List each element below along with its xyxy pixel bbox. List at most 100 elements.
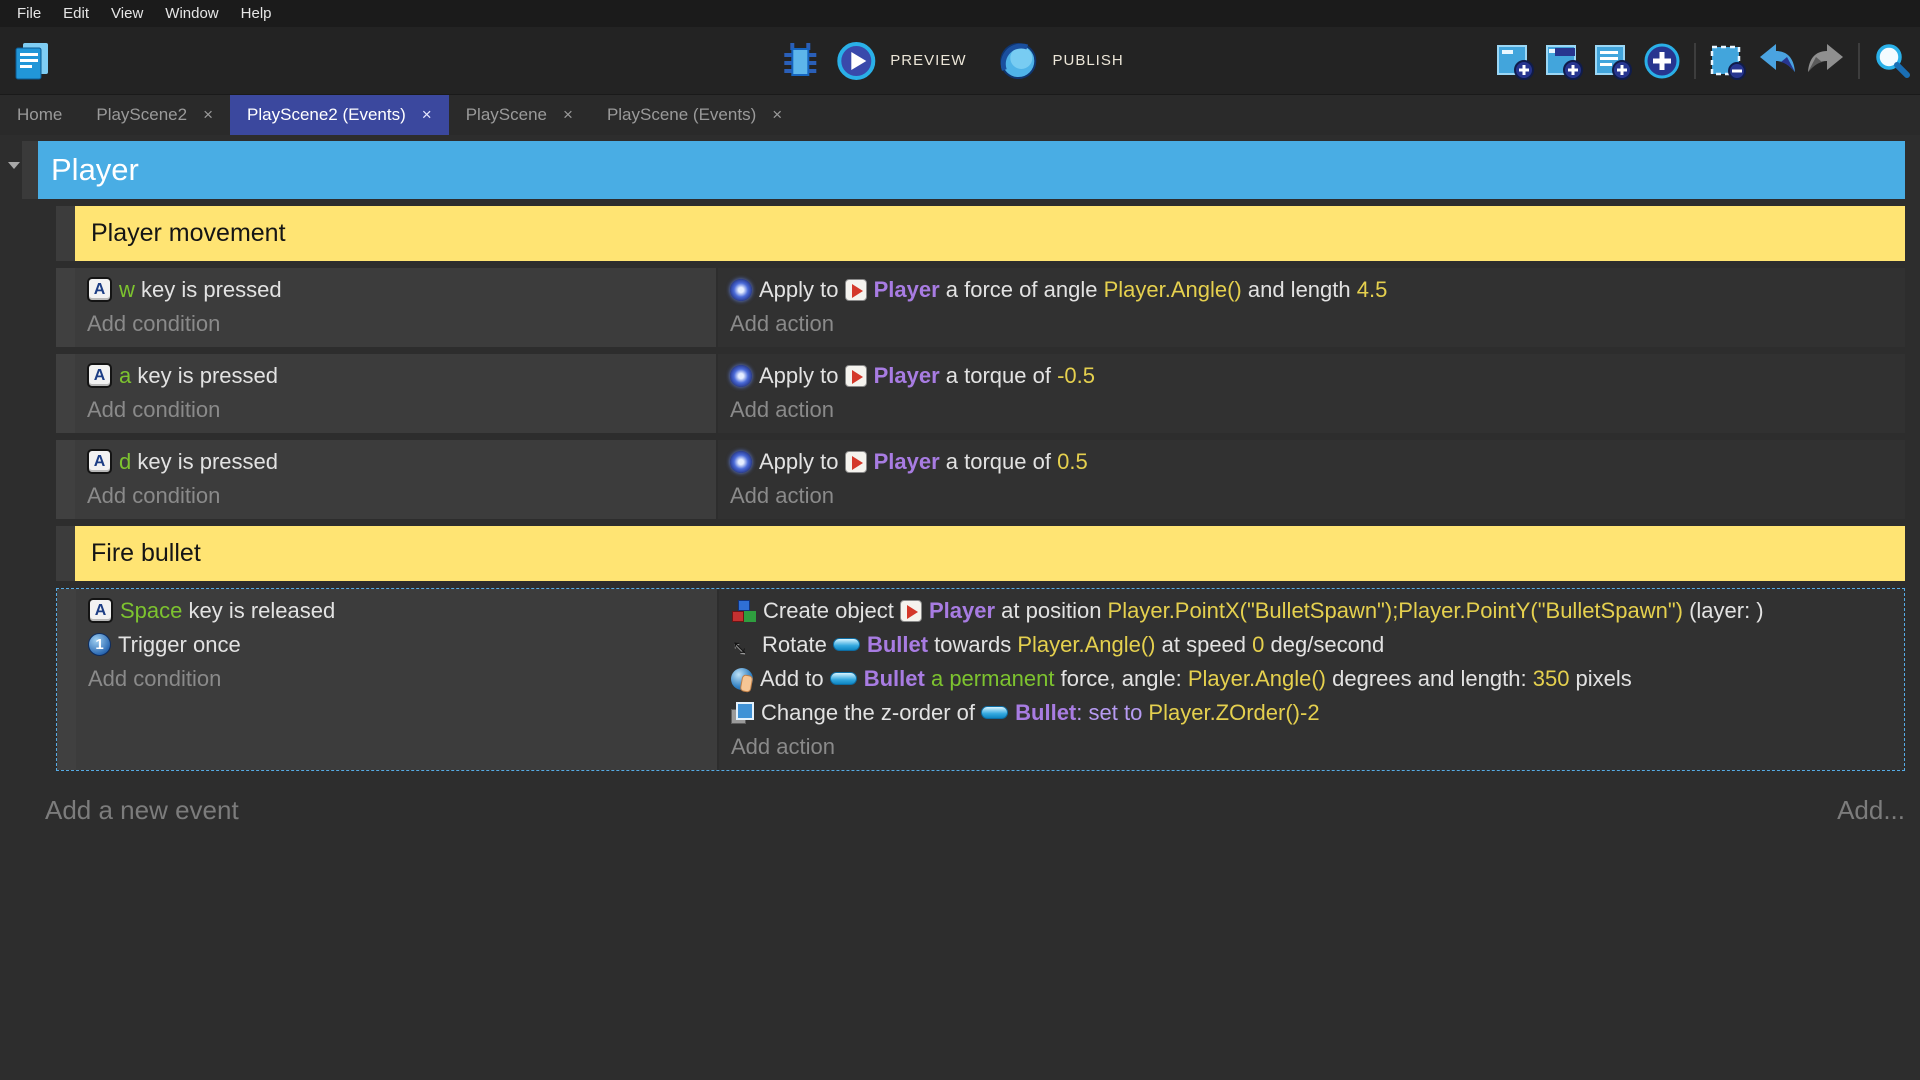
instruction-text: Player — [928, 598, 996, 623]
add-condition-button[interactable]: Add condition — [87, 307, 704, 341]
tab-playscene2[interactable]: PlayScene2 × — [79, 95, 231, 135]
instruction-text: a torque of — [939, 449, 1058, 474]
instruction-text: Add to — [760, 666, 830, 691]
action-line[interactable]: Add to Bullet a permanent force, angle: … — [731, 662, 1892, 696]
add-more-button[interactable]: Add... — [1837, 795, 1905, 826]
tab-bar: Home PlayScene2 × PlayScene2 (Events) × PlayS… — [0, 95, 1920, 135]
remove-selection-icon[interactable] — [1706, 39, 1750, 83]
project-manager-icon[interactable] — [10, 40, 52, 82]
event-handle — [56, 526, 75, 581]
instruction-text: pixels — [1569, 666, 1632, 691]
tab-close-icon[interactable]: × — [563, 105, 573, 125]
instruction-text: Player — [873, 277, 940, 302]
tab-home[interactable]: Home — [0, 95, 80, 135]
collapse-group-icon[interactable] — [8, 162, 20, 169]
menu-item-window[interactable]: Window — [154, 0, 229, 27]
conditions-column: Ad key is pressed Add condition — [75, 440, 718, 519]
instruction-text: Apply to — [759, 277, 845, 302]
action-line[interactable]: Rotate Bullet towards Player.Angle() at … — [731, 628, 1892, 662]
event-row: Aa key is pressed Add condition Apply to P… — [56, 354, 1905, 433]
physics-force-icon — [730, 450, 752, 473]
tab-close-icon[interactable]: × — [422, 105, 432, 125]
tab-playscene[interactable]: PlayScene × — [448, 95, 590, 135]
undo-icon[interactable] — [1755, 39, 1799, 83]
instruction-text: Player.ZOrder()-2 — [1148, 700, 1320, 725]
action-line[interactable]: Apply to Player a force of angle Player.… — [730, 273, 1893, 307]
add-action-button[interactable]: Add action — [731, 730, 1892, 764]
add-action-button[interactable]: Add action — [730, 479, 1893, 513]
actions-column: Apply to Player a force of angle Player.… — [718, 268, 1905, 347]
instruction-text: Bullet — [863, 666, 925, 691]
instruction-text: : set to — [1076, 700, 1149, 725]
tab-close-icon[interactable]: × — [203, 105, 213, 125]
menu-item-edit[interactable]: Edit — [52, 0, 100, 27]
instruction-text: key is released — [182, 598, 336, 623]
condition-line[interactable]: 1 Trigger once — [88, 628, 705, 662]
condition-line[interactable]: Ad key is pressed — [87, 445, 704, 479]
menu-item-help[interactable]: Help — [230, 0, 283, 27]
action-line[interactable]: Create object Player at position Player.… — [731, 594, 1892, 628]
instruction-text: 4.5 — [1356, 277, 1388, 302]
add-condition-button[interactable]: Add condition — [88, 662, 705, 696]
actions-column: Apply to Player a torque of 0.5 Add actio… — [718, 440, 1905, 519]
add-action-button[interactable]: Add action — [730, 307, 1893, 341]
group-header[interactable]: Player — [38, 141, 1905, 199]
action-line[interactable]: Change the z-order of Bullet: set to Pla… — [731, 696, 1892, 730]
preview-button[interactable]: PREVIEW — [890, 52, 966, 69]
tab-close-icon[interactable]: × — [772, 105, 782, 125]
instruction-text: force, angle: — [1054, 666, 1188, 691]
menu-item-file[interactable]: File — [6, 0, 52, 27]
preview-play-icon[interactable] — [834, 39, 878, 83]
instruction-text: a force of angle — [939, 277, 1104, 302]
add-condition-button[interactable]: Add condition — [87, 393, 704, 427]
add-circle-plus-icon[interactable] — [1640, 39, 1684, 83]
bullet-object-icon — [829, 672, 857, 686]
event-group-row: Player — [22, 141, 1905, 199]
publish-globe-icon[interactable] — [996, 39, 1040, 83]
event-row: Ad key is pressed Add condition Apply to P… — [56, 440, 1905, 519]
instruction-text: Bullet — [866, 632, 929, 657]
tab-label: PlayScene (Events) — [606, 105, 757, 124]
instruction-text: towards — [928, 632, 1018, 657]
condition-line[interactable]: Aw key is pressed — [87, 273, 704, 307]
menu-item-view[interactable]: View — [100, 0, 154, 27]
instruction-text: Space — [120, 598, 183, 623]
event-handle — [56, 206, 75, 261]
player-object-icon — [844, 364, 867, 387]
trigger-once-icon: 1 — [88, 633, 111, 657]
redo-icon[interactable] — [1804, 39, 1848, 83]
instruction-text: 350 — [1532, 666, 1570, 691]
event-handle — [56, 354, 75, 433]
action-line[interactable]: Apply to Player a torque of -0.5 — [730, 359, 1893, 393]
search-icon[interactable] — [1870, 39, 1914, 83]
add-comment-icon[interactable] — [1591, 39, 1635, 83]
comment-text[interactable]: Player movement — [75, 206, 1905, 261]
comment-text[interactable]: Fire bullet — [75, 526, 1905, 581]
player-object-icon — [844, 278, 867, 301]
action-line[interactable]: Apply to Player a torque of 0.5 — [730, 445, 1893, 479]
conditions-column: Aw key is pressed Add condition — [75, 268, 718, 347]
add-condition-button[interactable]: Add condition — [87, 479, 704, 513]
publish-button[interactable]: PUBLISH — [1052, 52, 1123, 69]
actions-column: Apply to Player a torque of -0.5 Add acti… — [718, 354, 1905, 433]
instruction-text: deg/second — [1264, 632, 1385, 657]
tab-label: PlayScene2 (Events) — [247, 105, 406, 124]
add-subevent-icon[interactable] — [1542, 39, 1586, 83]
instruction-text: Bullet — [1015, 700, 1077, 725]
instruction-text: key is pressed — [131, 363, 278, 388]
toolbar-separator — [1694, 42, 1696, 79]
tab-playscene-events-[interactable]: PlayScene (Events) × — [589, 95, 800, 135]
condition-line[interactable]: Aa key is pressed — [87, 359, 704, 393]
group-handle[interactable] — [22, 141, 38, 199]
tab-playscene2-events-[interactable]: PlayScene2 (Events) × — [230, 95, 449, 135]
add-new-event-button[interactable]: Add a new event — [45, 795, 239, 826]
instruction-text: at speed — [1155, 632, 1253, 657]
instruction-text: Create object — [763, 598, 900, 623]
conditions-column: Aa key is pressed Add condition — [75, 354, 718, 433]
instruction-text: at position — [995, 598, 1108, 623]
debugger-icon[interactable] — [778, 39, 822, 83]
add-event-icon[interactable] — [1493, 39, 1537, 83]
conditions-column: A Space key is released 1 Trigger once Add c… — [76, 589, 719, 770]
condition-line[interactable]: A Space key is released — [88, 594, 705, 628]
add-action-button[interactable]: Add action — [730, 393, 1893, 427]
